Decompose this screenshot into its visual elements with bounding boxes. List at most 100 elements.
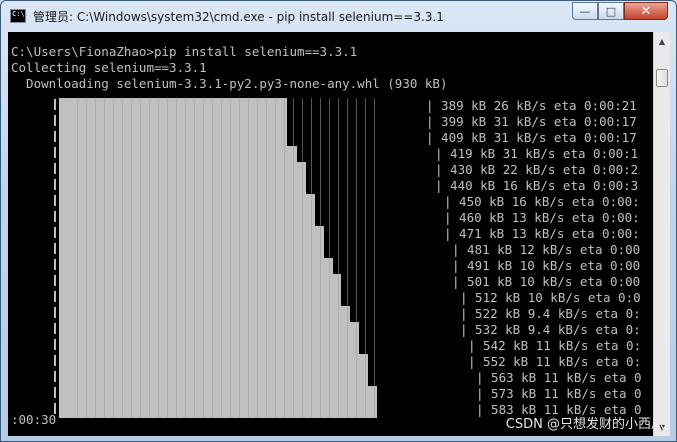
progress-bar-edge	[54, 307, 56, 318]
minimize-icon: —	[579, 4, 591, 18]
progress-block-separator	[284, 98, 285, 418]
progress-block-separator	[86, 98, 87, 418]
close-button[interactable]: ✕	[624, 2, 668, 20]
console-line: Downloading selenium-3.3.1-py2.py3-none-…	[11, 76, 448, 91]
progress-bar-fill	[59, 210, 315, 226]
progress-block-separator	[347, 98, 348, 418]
progress-bar-fill	[59, 258, 333, 274]
cmd-app-icon-text: C:\.	[12, 10, 29, 18]
progress-bar-fill	[59, 290, 341, 306]
progress-stat-text: | 430 kB 22 kB/s eta 0:00:2	[435, 162, 639, 177]
progress-block-separator	[356, 98, 357, 418]
progress-bar-edge	[54, 371, 56, 382]
progress-block-separator	[320, 98, 321, 418]
progress-bar-edge	[54, 99, 56, 110]
scrollbar-thumb[interactable]	[656, 69, 668, 87]
minimize-button[interactable]: —	[572, 2, 598, 20]
progress-bar-edge	[54, 211, 56, 222]
progress-bar-edge	[54, 339, 56, 350]
cmd-window: C:\. 管理员: C:\Windows\system32\cmd.exe - …	[0, 0, 677, 442]
progress-block-separator	[140, 98, 141, 418]
progress-stat-text: | 450 kB 16 kB/s eta 0:00:	[444, 194, 640, 209]
progress-bar-edge	[54, 403, 56, 414]
progress-block-separator	[230, 98, 231, 418]
progress-block-separator	[176, 98, 177, 418]
window-controls: — □ ✕	[572, 2, 668, 22]
console-line: :00:30	[11, 412, 57, 427]
progress-bar-edge	[54, 163, 56, 174]
progress-stat-text: | 573 kB 11 kB/s eta 0	[476, 386, 642, 401]
progress-block-separator	[257, 98, 258, 418]
progress-bar-fill	[59, 98, 287, 114]
progress-block-separator	[158, 98, 159, 418]
progress-block-separator	[77, 98, 78, 418]
progress-block-separator	[239, 98, 240, 418]
title-bar[interactable]: C:\. 管理员: C:\Windows\system32\cmd.exe - …	[1, 1, 676, 33]
progress-stat-text: | 409 kB 31 kB/s eta 0:00:17	[426, 130, 637, 145]
progress-bar-edge	[54, 259, 56, 270]
progress-bar-edge	[54, 243, 56, 254]
progress-block-separator	[266, 98, 267, 418]
progress-block-separator	[149, 98, 150, 418]
progress-bar-edge	[54, 227, 56, 238]
progress-bar-edge	[54, 195, 56, 206]
progress-stat-text: | 542 kB 11 kB/s eta 0:	[468, 338, 642, 353]
progress-stat-text: | 491 kB 10 kB/s eta 0:00	[452, 258, 641, 273]
progress-bar-fill	[59, 114, 287, 130]
progress-block-separator	[194, 98, 195, 418]
progress-block-separator	[248, 98, 249, 418]
progress-block-separator	[311, 98, 312, 418]
progress-bar-fill	[59, 194, 315, 210]
progress-stat-text: | 471 kB 13 kB/s eta 0:00:	[444, 226, 640, 241]
window-title: 管理员: C:\Windows\system32\cmd.exe - pip i…	[33, 10, 444, 24]
progress-stat-text: | 522 kB 9.4 kB/s eta 0:	[460, 306, 641, 321]
progress-block-separator	[203, 98, 204, 418]
progress-block-separator	[329, 98, 330, 418]
console-output[interactable]: C:\Users\FionaZhao>pip install selenium=…	[8, 32, 653, 436]
progress-bar-fill	[59, 162, 306, 178]
maximize-button[interactable]: □	[598, 2, 624, 20]
progress-stat-text: | 419 kB 31 kB/s eta 0:00:1	[435, 146, 639, 161]
progress-stat-text: | 399 kB 31 kB/s eta 0:00:17	[426, 114, 637, 129]
progress-bar-edge	[54, 115, 56, 126]
progress-bar-fill	[59, 370, 368, 386]
progress-stat-text: | 552 kB 11 kB/s eta 0:	[468, 354, 642, 369]
maximize-icon: □	[605, 4, 617, 18]
progress-bar-edge	[54, 291, 56, 302]
progress-stat-text: | 389 kB 26 kB/s eta 0:00:21	[426, 98, 637, 113]
progress-block-separator	[185, 98, 186, 418]
progress-block-separator	[338, 98, 339, 418]
progress-stat-text: | 563 kB 11 kB/s eta 0	[476, 370, 642, 385]
progress-bar-edge	[54, 147, 56, 158]
console-line: C:\Users\FionaZhao>pip install selenium=…	[11, 44, 358, 59]
progress-bar-edge	[54, 387, 56, 398]
progress-block-separator	[212, 98, 213, 418]
progress-bar-fill	[59, 354, 368, 370]
progress-block-separator	[221, 98, 222, 418]
progress-bar-edge	[54, 275, 56, 286]
progress-bar-fill	[59, 306, 350, 322]
progress-stat-text: | 532 kB 9.4 kB/s eta 0:	[460, 322, 641, 337]
progress-block-separator	[131, 98, 132, 418]
progress-bar-fill	[59, 274, 341, 290]
progress-block-separator	[365, 98, 366, 418]
progress-stat-text: | 512 kB 10 kB/s eta 0:0	[460, 290, 641, 305]
progress-stat-text: | 501 kB 10 kB/s eta 0:00	[452, 274, 641, 289]
progress-bar-fill	[59, 178, 306, 194]
progress-bar-edge	[54, 355, 56, 366]
progress-bar-edge	[54, 179, 56, 190]
close-icon: ✕	[640, 3, 652, 19]
vertical-scrollbar[interactable]: ▲ ▼	[653, 32, 670, 436]
progress-block-separator	[95, 98, 96, 418]
progress-bar-edge	[54, 323, 56, 334]
progress-bar-fill	[59, 130, 287, 146]
progress-block-separator	[122, 98, 123, 418]
watermark: CSDN @只想发财的小西瓜	[505, 417, 664, 432]
console-line: Collecting selenium==3.3.1	[11, 60, 207, 75]
progress-bar-edge	[54, 131, 56, 142]
cmd-app-icon[interactable]: C:\.	[10, 9, 29, 23]
progress-block-separator	[275, 98, 276, 418]
progress-stat-text: | 481 kB 12 kB/s eta 0:00	[452, 242, 641, 257]
progress-block-separator	[104, 98, 105, 418]
scroll-up-arrow-icon[interactable]: ▲	[655, 33, 669, 49]
